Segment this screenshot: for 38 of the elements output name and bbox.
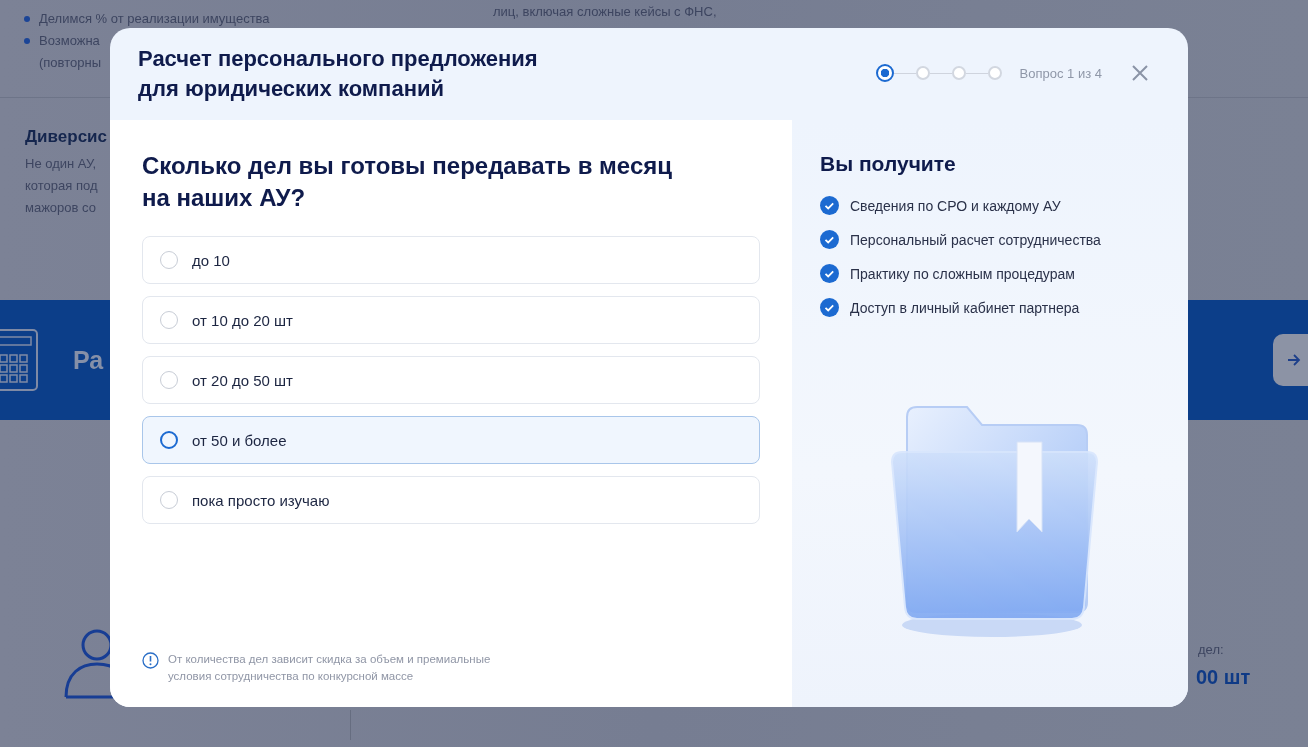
answer-option[interactable]: до 10	[142, 236, 760, 284]
next-button[interactable]	[1273, 334, 1308, 386]
benefit-text: Сведения по СРО и каждому АУ	[850, 197, 1061, 214]
progress-text: Вопрос 1 из 4	[1019, 65, 1102, 81]
info-icon	[142, 652, 159, 669]
answer-option[interactable]: от 20 до 50 шт	[142, 356, 760, 404]
paragraph-text: Не один АУ,	[25, 155, 97, 173]
paragraph-text: которая под	[25, 177, 98, 195]
close-button[interactable]	[1132, 65, 1148, 81]
calculator-icon	[0, 329, 38, 391]
benefits-title: Вы получите	[820, 152, 957, 176]
stat-value: 00 шт	[1196, 665, 1252, 690]
benefit-text: Доступ в личный кабинет партнера	[850, 299, 1080, 316]
list-item-text: Возможна	[39, 32, 101, 50]
check-icon	[820, 196, 839, 215]
arrow-right-icon	[1286, 354, 1301, 366]
list-item-text: (повторны	[39, 54, 101, 72]
modal-title: Расчет персонального предложения для юридических компаний	[138, 45, 538, 103]
check-icon	[820, 264, 839, 283]
bullet-icon	[24, 16, 30, 22]
bullet-icon	[24, 38, 30, 44]
benefit-text: Персональный расчет сотрудничества	[850, 231, 1101, 248]
question-text: Сколько дел вы готовы передавать в месяц на наших АУ?	[142, 151, 673, 213]
answer-option[interactable]: от 50 и более	[142, 416, 760, 464]
answer-option[interactable]: от 10 до 20 шт	[142, 296, 760, 344]
hint-text: От количества дел зависит скидка за объем и премиальные условия сотрудничества по конкурсной массе	[168, 652, 491, 684]
stat-label: дел:	[1198, 641, 1225, 659]
paragraph-text: лиц, включая сложные кейсы с ФНС,	[493, 4, 717, 19]
check-icon	[820, 230, 839, 249]
answer-option[interactable]: пока просто изучаю	[142, 476, 760, 524]
list-item-text: Делимся % от реализации имущества	[39, 10, 270, 28]
check-icon	[820, 298, 839, 317]
close-icon	[1132, 65, 1148, 81]
paragraph-text: мажоров со	[25, 199, 96, 217]
radio-button[interactable]	[160, 431, 178, 449]
benefit-text: Практику по сложным процедурам	[850, 265, 1075, 282]
banner-title: Ра	[73, 345, 104, 375]
section-heading: Диверсис	[25, 126, 107, 148]
